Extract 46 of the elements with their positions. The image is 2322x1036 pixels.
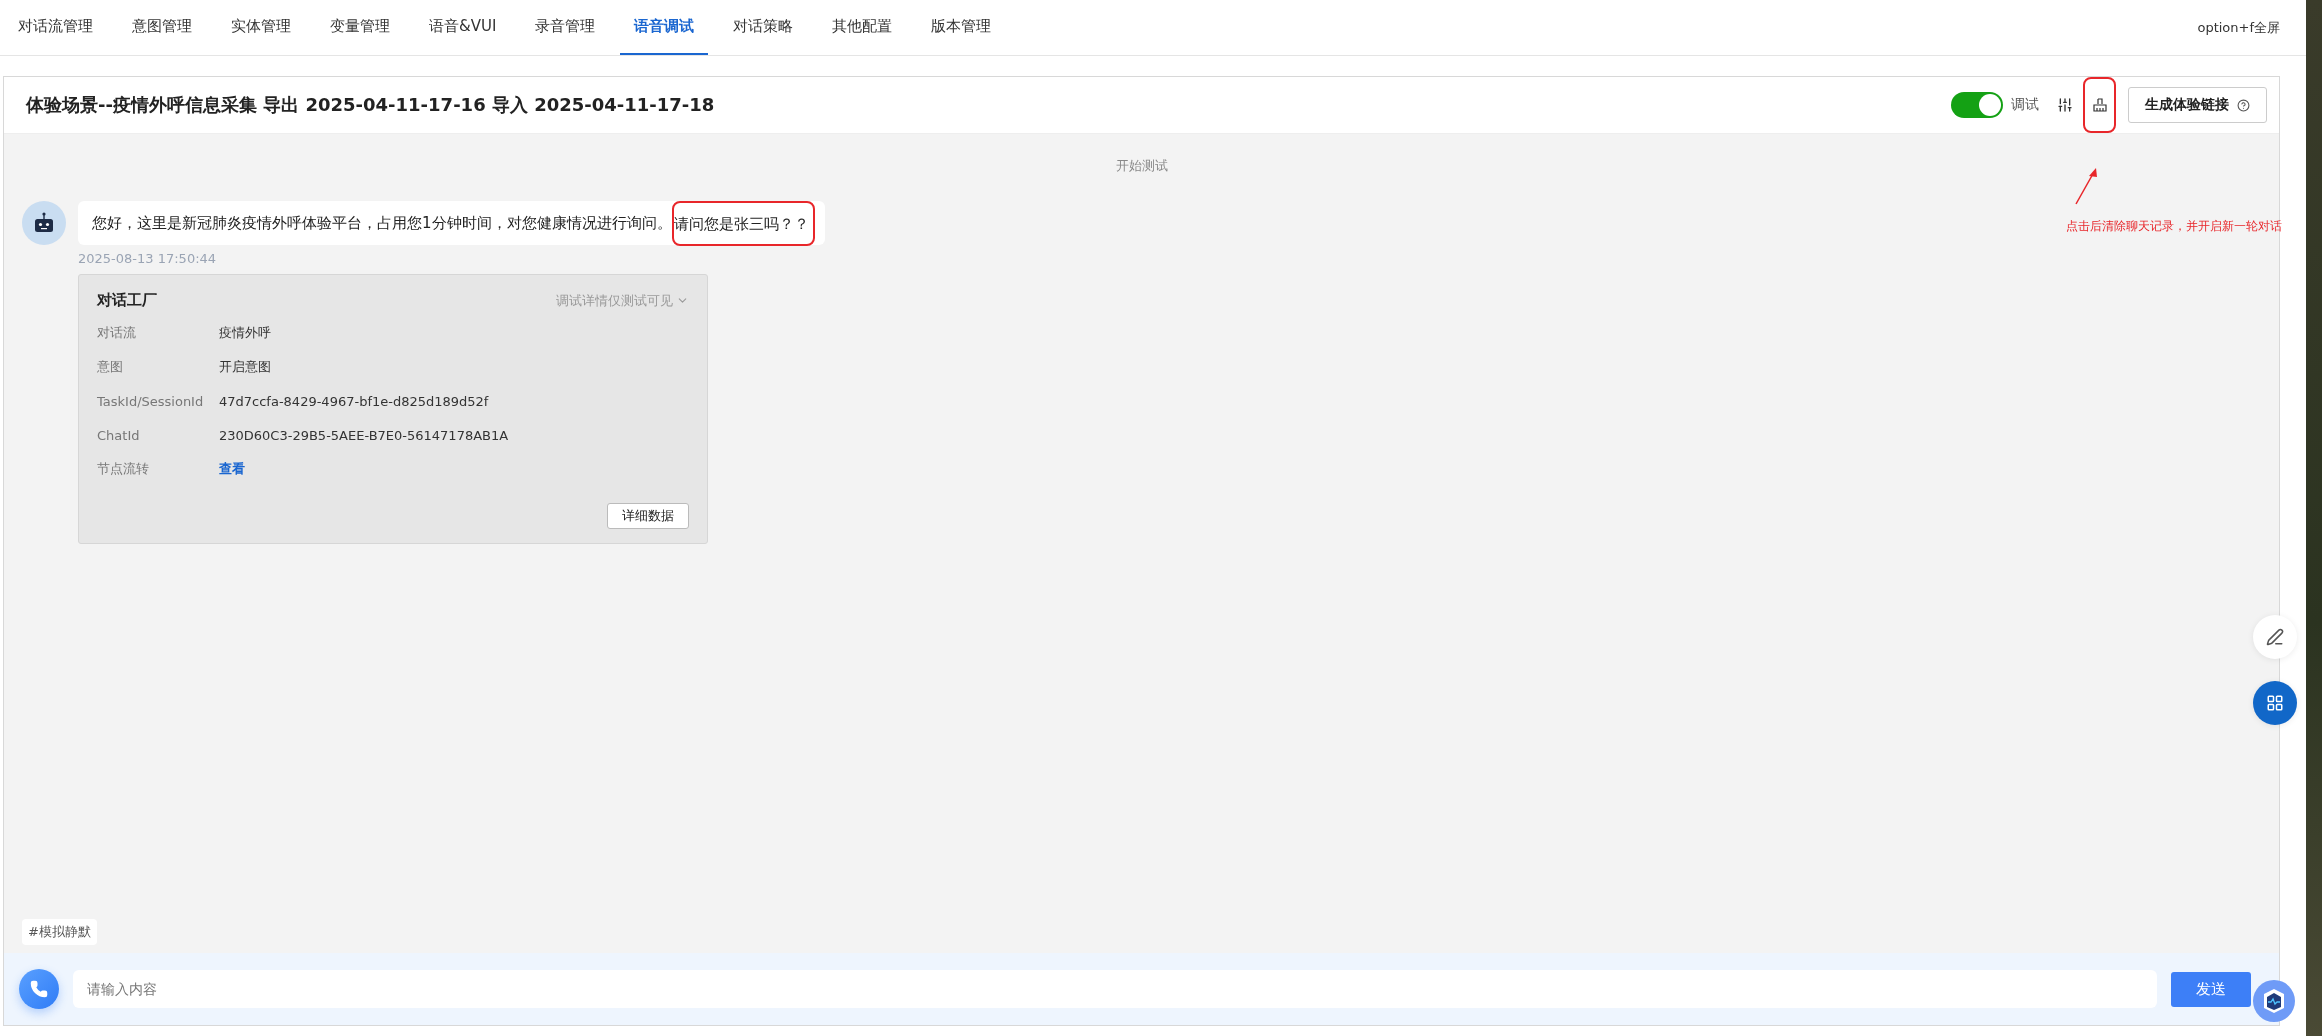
nav-tab[interactable]: 实体管理	[217, 0, 305, 55]
detail-data-button[interactable]: 详细数据	[607, 503, 689, 529]
field-label: TaskId/SessionId	[97, 393, 205, 409]
view-link[interactable]: 查看	[219, 460, 245, 478]
edit-icon	[2266, 628, 2284, 646]
field-label: 节点流转	[97, 460, 150, 478]
annotation-note: 点击后清除聊天记录，并开启新一轮对话	[2066, 218, 2282, 235]
nav-tab[interactable]: 对话策略	[719, 0, 808, 55]
send-button[interactable]: 发送	[2171, 971, 2251, 1007]
message-input[interactable]: 请输入内容	[73, 970, 2157, 1008]
nav-tab[interactable]: 变量管理	[316, 0, 404, 55]
help-icon	[2237, 98, 2250, 112]
nav-tab[interactable]: 录音管理	[521, 0, 610, 55]
nav-tab[interactable]: 语音&VUI	[415, 0, 511, 55]
edit-button[interactable]	[2253, 615, 2297, 659]
field-value: 47d7ccfa-8429-4967-bf1e-d825d189d52f	[219, 393, 489, 409]
nav-tab[interactable]: 其他配置	[818, 0, 907, 55]
panel-title: 体验场景--疫情外呼信息采集 导出 2025-04-11-17-16 导入 2025-04-11-17-18	[26, 93, 715, 117]
phone-icon	[30, 980, 48, 998]
field-label: 意图	[97, 358, 124, 376]
shortcut-hint: option+f全屏	[2197, 18, 2280, 37]
nav-tab[interactable]: 版本管理	[917, 0, 1006, 55]
field-label: 对话流	[97, 324, 137, 342]
field-value: 230D60C3-29B5-5AEE-B7E0-56147178AB1A	[219, 427, 509, 443]
grid-button[interactable]	[2253, 681, 2297, 725]
start-label: 开始测试	[1114, 157, 1169, 175]
nav-tab[interactable]: 对话流管理	[4, 0, 107, 55]
field-label: ChatId	[97, 427, 141, 443]
nav-tab[interactable]: 意图管理	[118, 0, 206, 55]
share-link-button[interactable]: 生成体验链接	[2128, 87, 2267, 123]
sliders-icon[interactable]	[2057, 97, 2073, 113]
robot-icon	[32, 211, 56, 235]
grid-icon	[2266, 694, 2284, 712]
debug-switch[interactable]	[1951, 92, 2003, 118]
message-time: 2025-08-13 17:50:44	[78, 251, 217, 266]
message-text: 您好，这里是新冠肺炎疫情外呼体验平台，占用您1分钟时间，对您健康情况进行询问。	[92, 213, 672, 233]
field-value: 开启意图	[219, 358, 271, 376]
nav-tab[interactable]: 语音调试	[620, 0, 709, 55]
highlighted-text: 请问您是张三吗？？	[671, 200, 815, 246]
card-title: 对话工厂	[97, 291, 157, 310]
switch-label: 调试	[2011, 96, 2039, 114]
quick-tag[interactable]: #模拟静默	[22, 919, 97, 945]
field-value: 疫情外呼	[219, 324, 271, 342]
robot-assistant-icon[interactable]	[2253, 980, 2295, 1022]
call-button[interactable]	[19, 969, 59, 1009]
broom-icon[interactable]	[2091, 97, 2108, 113]
